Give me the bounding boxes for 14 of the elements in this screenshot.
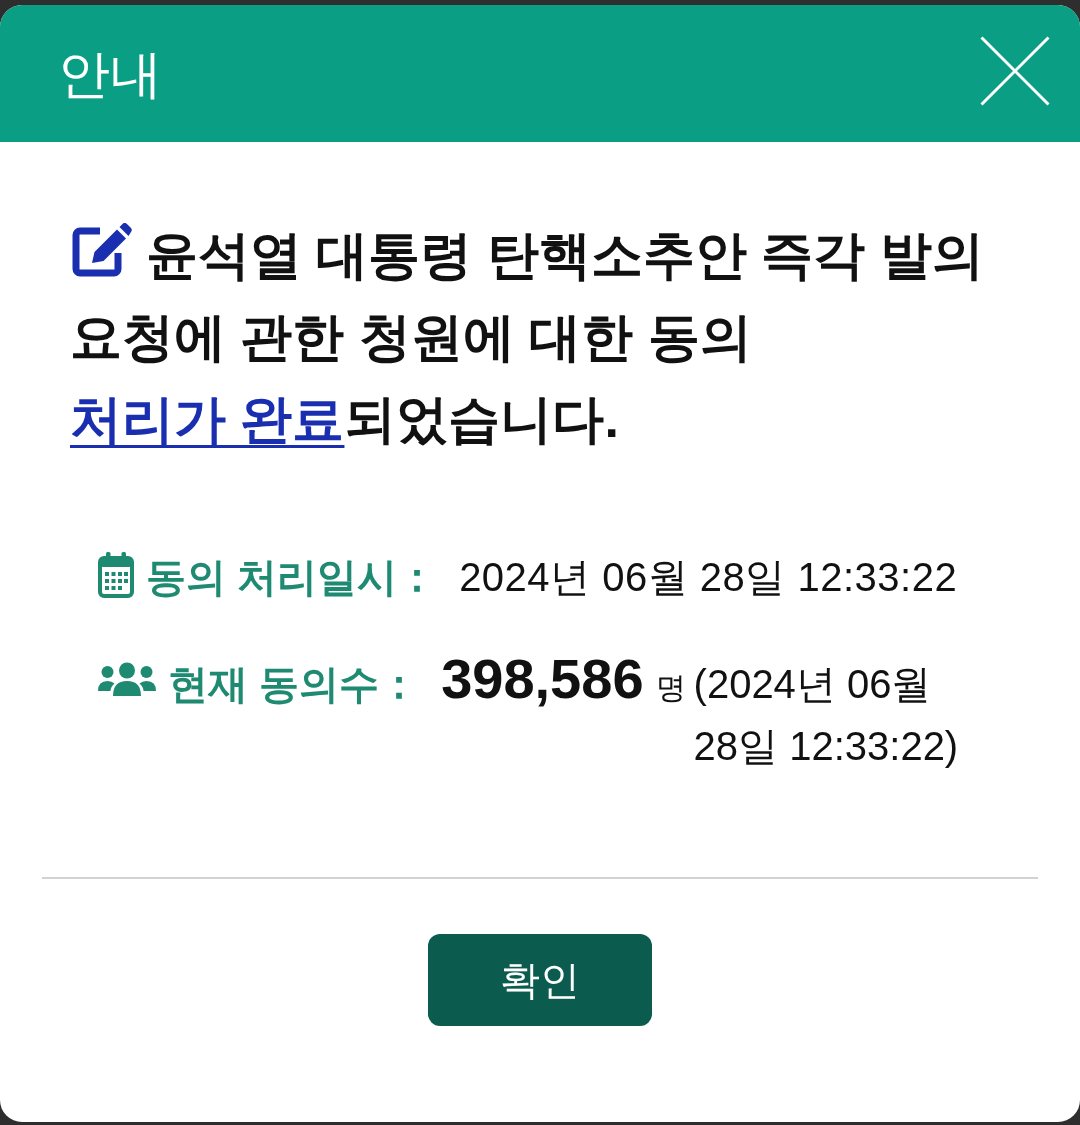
users-icon bbox=[98, 662, 156, 696]
notice-message: 윤석열 대통령 탄핵소추안 즉각 발의 요청에 관한 청원에 대한 동의 처리가 완료되었습니다. bbox=[70, 214, 1014, 460]
count-timestamp: (2024년 06월 28일 12:33:22) bbox=[693, 661, 960, 770]
edit-icon bbox=[70, 223, 132, 279]
calendar-icon bbox=[98, 552, 134, 598]
date-value: 2024년 06월 28일 12:33:22 bbox=[459, 554, 958, 601]
completion-link[interactable]: 처리가 완료 bbox=[70, 390, 345, 448]
count-label: 현재 동의수： bbox=[168, 661, 420, 708]
date-label: 동의 처리일시： bbox=[146, 554, 438, 601]
confirm-button[interactable]: 확인 bbox=[428, 934, 652, 1026]
close-icon[interactable] bbox=[980, 35, 1050, 106]
count-unit: 명 bbox=[655, 670, 686, 706]
dialog-title: 안내 bbox=[58, 43, 162, 104]
agreement-count: 398,586 bbox=[441, 648, 644, 710]
